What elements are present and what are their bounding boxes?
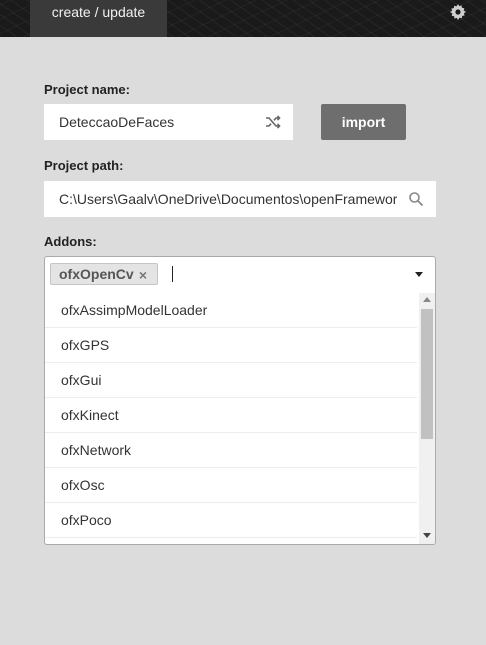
scroll-up-icon[interactable]	[423, 297, 431, 302]
tab-label: create / update	[51, 4, 146, 20]
search-icon[interactable]	[408, 191, 424, 207]
tab-create-update[interactable]: create / update	[30, 0, 167, 37]
addon-tag-label: ofxOpenCv	[59, 266, 134, 282]
list-item[interactable]: ofxKinect	[45, 398, 417, 433]
project-path-label: Project path:	[44, 158, 124, 173]
addon-tag-ofxopencv: ofxOpenCv ×	[50, 263, 158, 285]
project-name-value: DeteccaoDeFaces	[59, 114, 175, 130]
list-item[interactable]: ofxPoco	[45, 503, 417, 538]
project-path-value: C:\Users\Gaalv\OneDrive\Documentos\openF…	[59, 191, 398, 207]
list-item[interactable]: ofxGui	[45, 363, 417, 398]
text-cursor	[172, 266, 173, 282]
addons-options-list: ofxAssimpModelLoader ofxGPS ofxGui ofxKi…	[45, 293, 417, 538]
top-bar: create / update	[0, 0, 486, 37]
scroll-down-icon[interactable]	[423, 533, 431, 538]
list-item[interactable]: ofxAssimpModelLoader	[45, 293, 417, 328]
shuffle-icon[interactable]	[265, 114, 281, 130]
gear-icon[interactable]	[450, 4, 466, 20]
list-item[interactable]: ofxGPS	[45, 328, 417, 363]
remove-tag-icon[interactable]: ×	[139, 267, 147, 283]
scrollbar[interactable]	[419, 293, 435, 544]
import-button[interactable]: import	[321, 104, 406, 140]
import-button-label: import	[341, 114, 386, 130]
scrollbar-thumb[interactable]	[421, 309, 433, 439]
addons-select[interactable]: ofxOpenCv × ofxAssimpModelLoader ofxGPS …	[44, 256, 436, 545]
project-path-input[interactable]: C:\Users\Gaalv\OneDrive\Documentos\openF…	[44, 181, 436, 217]
chevron-down-icon[interactable]	[415, 272, 423, 277]
addons-label: Addons:	[44, 234, 97, 249]
project-name-input[interactable]: DeteccaoDeFaces	[44, 104, 293, 140]
project-name-label: Project name:	[44, 82, 130, 97]
list-item[interactable]: ofxOsc	[45, 468, 417, 503]
list-item[interactable]: ofxNetwork	[45, 433, 417, 468]
